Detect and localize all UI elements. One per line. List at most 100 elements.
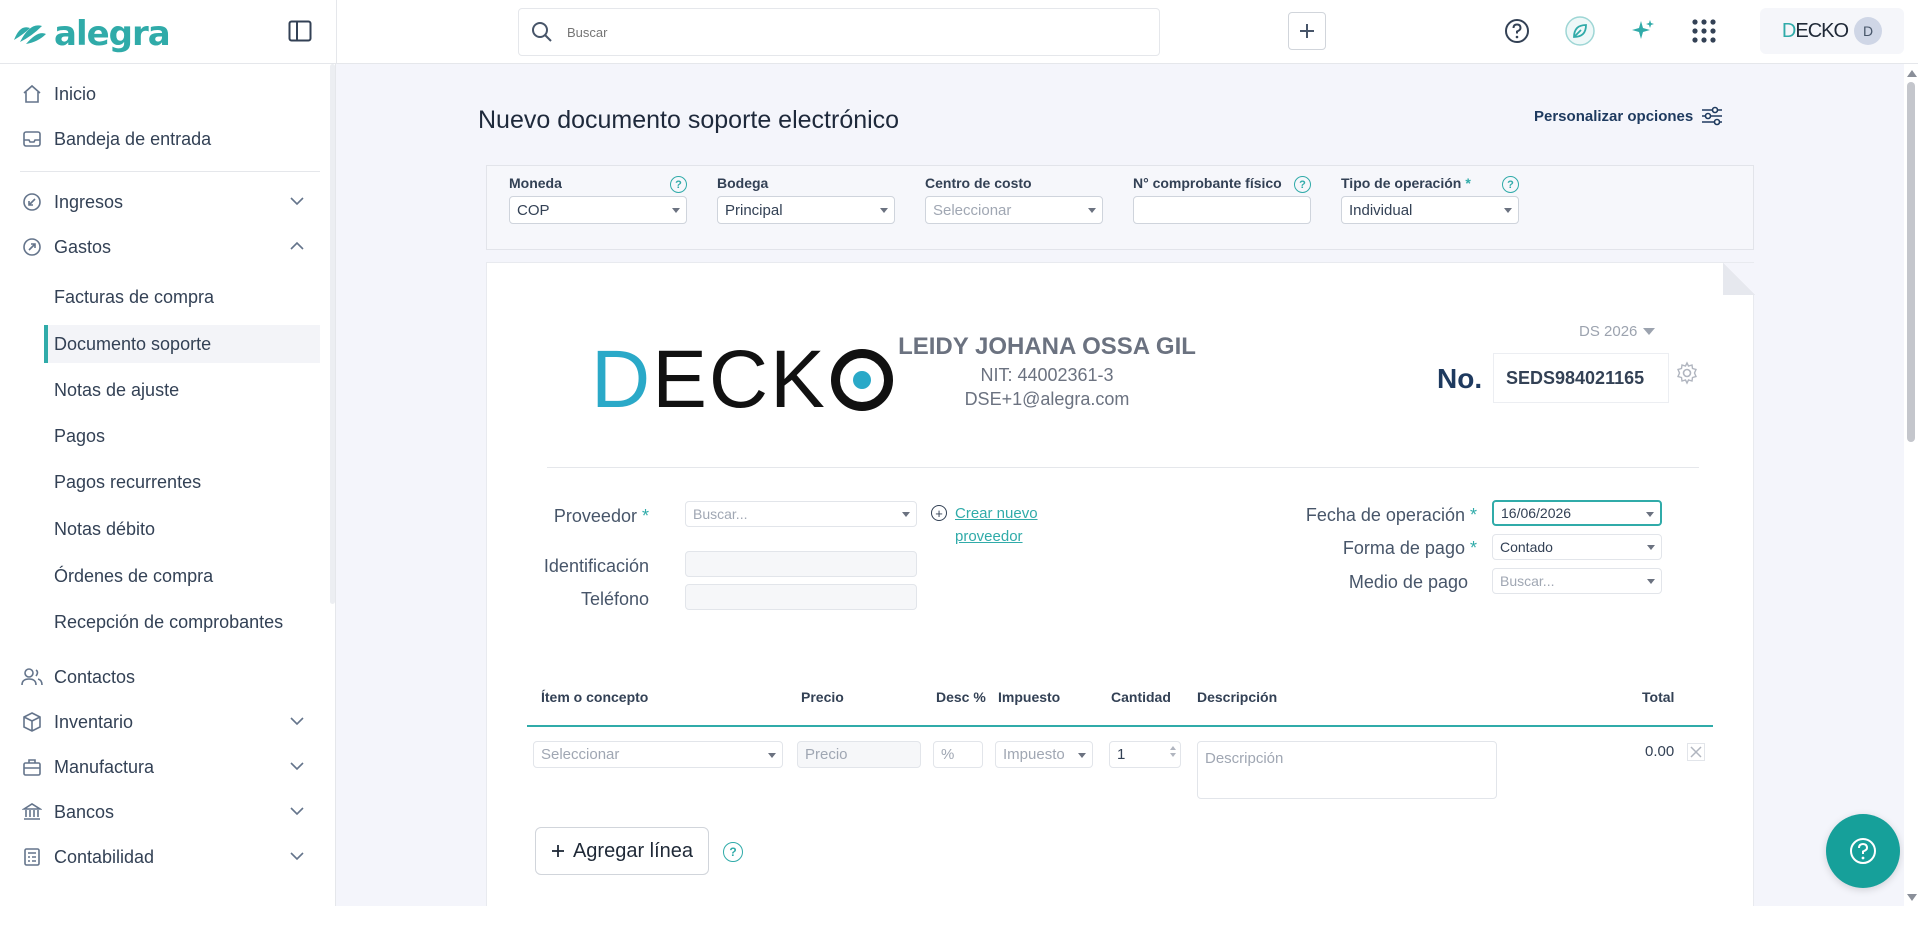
sidebar: Inicio Bandeja de entrada Ingresos Gasto… bbox=[0, 64, 336, 936]
caret-down-icon bbox=[902, 512, 910, 517]
sidebar-item-manufactura[interactable]: Manufactura bbox=[0, 747, 320, 787]
company-name: DECKO bbox=[1781, 19, 1849, 42]
sidebar-item-bancos[interactable]: Bancos bbox=[0, 792, 320, 832]
sidebar-item-contabilidad[interactable]: Contabilidad bbox=[0, 837, 320, 877]
help-circle-icon[interactable]: ? bbox=[723, 842, 743, 862]
number-label: No. bbox=[1437, 363, 1483, 394]
col-header-cantidad: Cantidad bbox=[1111, 689, 1171, 705]
top-bar: alegra DECKO D bbox=[0, 0, 1918, 64]
gear-icon[interactable] bbox=[1675, 361, 1699, 385]
sidebar-item-contactos[interactable]: Contactos bbox=[0, 657, 320, 697]
document-number: SEDS984021165 bbox=[1493, 353, 1669, 403]
alegra-logo[interactable]: alegra bbox=[12, 14, 171, 54]
leaf-icon[interactable] bbox=[1564, 15, 1596, 47]
numbering-series-select[interactable]: DS 2026 bbox=[1579, 323, 1656, 340]
sidebar-sub-notas-debito[interactable]: Notas débito bbox=[44, 510, 320, 548]
sidebar-sub-documento-soporte[interactable]: Documento soporte bbox=[44, 325, 320, 363]
inbox-icon bbox=[20, 127, 44, 151]
sidebar-scrollbar[interactable] bbox=[330, 64, 335, 604]
comprobante-input[interactable] bbox=[1133, 196, 1311, 224]
inventory-icon bbox=[20, 710, 44, 734]
help-icon[interactable] bbox=[1501, 15, 1533, 47]
plus-icon bbox=[1300, 24, 1314, 38]
sidebar-sub-facturas-compra[interactable]: Facturas de compra bbox=[44, 278, 320, 316]
proveedor-select[interactable]: Buscar... bbox=[685, 501, 917, 527]
sidebar-sub-notas-ajuste[interactable]: Notas de ajuste bbox=[44, 371, 320, 409]
sidebar-sub-pagos[interactable]: Pagos bbox=[44, 417, 320, 455]
medio-pago-select[interactable]: Buscar... bbox=[1492, 568, 1662, 594]
fecha-operacion-field[interactable]: 16/06/2026 bbox=[1492, 500, 1662, 526]
sidebar-item-inventario[interactable]: Inventario bbox=[0, 702, 320, 742]
issuer-info: LEIDY JOHANA OSSA GIL NIT: 44002361-3 DS… bbox=[887, 333, 1207, 409]
sidebar-sub-pagos-recurrentes[interactable]: Pagos recurrentes bbox=[44, 463, 320, 501]
global-search[interactable] bbox=[518, 8, 1160, 56]
scroll-up-arrow-icon[interactable] bbox=[1907, 70, 1917, 77]
comprobante-filter: N° comprobante físico ? bbox=[1133, 174, 1311, 224]
col-header-item: Ítem o concepto bbox=[541, 689, 649, 705]
chevron-down-icon bbox=[290, 762, 304, 771]
centro-costo-select[interactable]: Seleccionar bbox=[925, 196, 1103, 224]
scroll-down-arrow-icon[interactable] bbox=[1907, 894, 1917, 901]
help-circle-icon[interactable]: ? bbox=[1502, 176, 1519, 193]
sidebar-item-gastos[interactable]: Gastos bbox=[0, 227, 320, 267]
issuer-email: DSE+1@alegra.com bbox=[964, 389, 1130, 409]
document-card: D ECK LEIDY JOHANA OSSA GIL NIT: 44002361… bbox=[486, 262, 1755, 936]
sidebar-sub-ordenes-compra[interactable]: Órdenes de compra bbox=[44, 557, 320, 595]
tax-select[interactable]: Impuesto bbox=[995, 741, 1093, 768]
sidebar-toggle-icon[interactable] bbox=[288, 20, 312, 42]
identificacion-field[interactable] bbox=[685, 551, 917, 577]
customize-options-button[interactable]: Personalizar opciones bbox=[1534, 106, 1723, 126]
company-switcher[interactable]: DECKO D bbox=[1760, 8, 1904, 54]
create-provider-link[interactable]: + Crear nuevo proveedor bbox=[931, 502, 1038, 548]
quick-create-button[interactable] bbox=[1288, 12, 1326, 50]
issuer-name: LEIDY JOHANA OSSA GIL bbox=[898, 333, 1196, 360]
search-input[interactable] bbox=[567, 24, 1127, 40]
caret-down-icon bbox=[1643, 328, 1656, 335]
moneda-select[interactable]: COP bbox=[509, 196, 687, 224]
contacts-icon bbox=[20, 665, 44, 689]
help-icon bbox=[1850, 838, 1876, 864]
main-scrollbar[interactable] bbox=[1904, 64, 1918, 906]
sidebar-item-inicio[interactable]: Inicio bbox=[0, 74, 320, 114]
fecha-operacion-label: Fecha de operación * bbox=[1305, 505, 1477, 525]
item-select[interactable]: Seleccionar bbox=[533, 741, 783, 768]
scrollbar-thumb[interactable] bbox=[1907, 82, 1915, 442]
topbar-divider bbox=[336, 0, 337, 64]
sidebar-item-bandeja[interactable]: Bandeja de entrada bbox=[0, 119, 320, 159]
help-circle-icon[interactable]: ? bbox=[1294, 176, 1311, 193]
caret-down-icon bbox=[880, 208, 888, 213]
sidebar-divider bbox=[20, 171, 320, 172]
telefono-field[interactable] bbox=[685, 584, 917, 610]
table-header-underline bbox=[527, 725, 1713, 727]
sliders-icon bbox=[1702, 106, 1723, 126]
company-logo: D ECK bbox=[591, 333, 893, 427]
bodega-select[interactable]: Principal bbox=[717, 196, 895, 224]
sparkle-icon[interactable] bbox=[1627, 15, 1659, 47]
telefono-label: Teléfono bbox=[580, 589, 649, 609]
caret-down-icon bbox=[672, 208, 680, 213]
quantity-stepper[interactable]: 1 bbox=[1109, 741, 1181, 768]
caret-down-icon bbox=[1647, 579, 1655, 584]
help-circle-icon[interactable]: ? bbox=[670, 176, 687, 193]
col-header-precio: Precio bbox=[801, 689, 844, 705]
logo-o-icon bbox=[830, 349, 893, 411]
description-input[interactable]: Descripción bbox=[1197, 741, 1497, 799]
apps-grid-icon[interactable] bbox=[1688, 15, 1720, 47]
chevron-down-icon bbox=[290, 197, 304, 206]
caret-down-icon bbox=[1088, 208, 1096, 213]
discount-input[interactable]: % bbox=[933, 741, 983, 768]
help-chat-button[interactable] bbox=[1826, 814, 1900, 888]
centro-costo-filter: Centro de costo Seleccionar bbox=[925, 174, 1103, 224]
medio-pago-label: Medio de pago bbox=[1348, 572, 1468, 592]
document-options-panel: Moneda ? COP Bodega Principal Centro de … bbox=[486, 165, 1754, 250]
remove-row-icon[interactable] bbox=[1687, 743, 1705, 761]
avatar[interactable]: D bbox=[1854, 17, 1883, 45]
add-line-button[interactable]: Agregar línea bbox=[535, 827, 709, 875]
caret-down-icon bbox=[1646, 512, 1654, 517]
price-input[interactable]: Precio bbox=[797, 741, 921, 768]
sidebar-item-ingresos[interactable]: Ingresos bbox=[0, 182, 320, 222]
tipo-operacion-select[interactable]: Individual bbox=[1341, 196, 1519, 224]
sidebar-sub-recepcion-comprobantes[interactable]: Recepción de comprobantes bbox=[44, 603, 320, 641]
stepper-arrows-icon[interactable] bbox=[1170, 746, 1176, 757]
forma-pago-select[interactable]: Contado bbox=[1492, 534, 1662, 560]
